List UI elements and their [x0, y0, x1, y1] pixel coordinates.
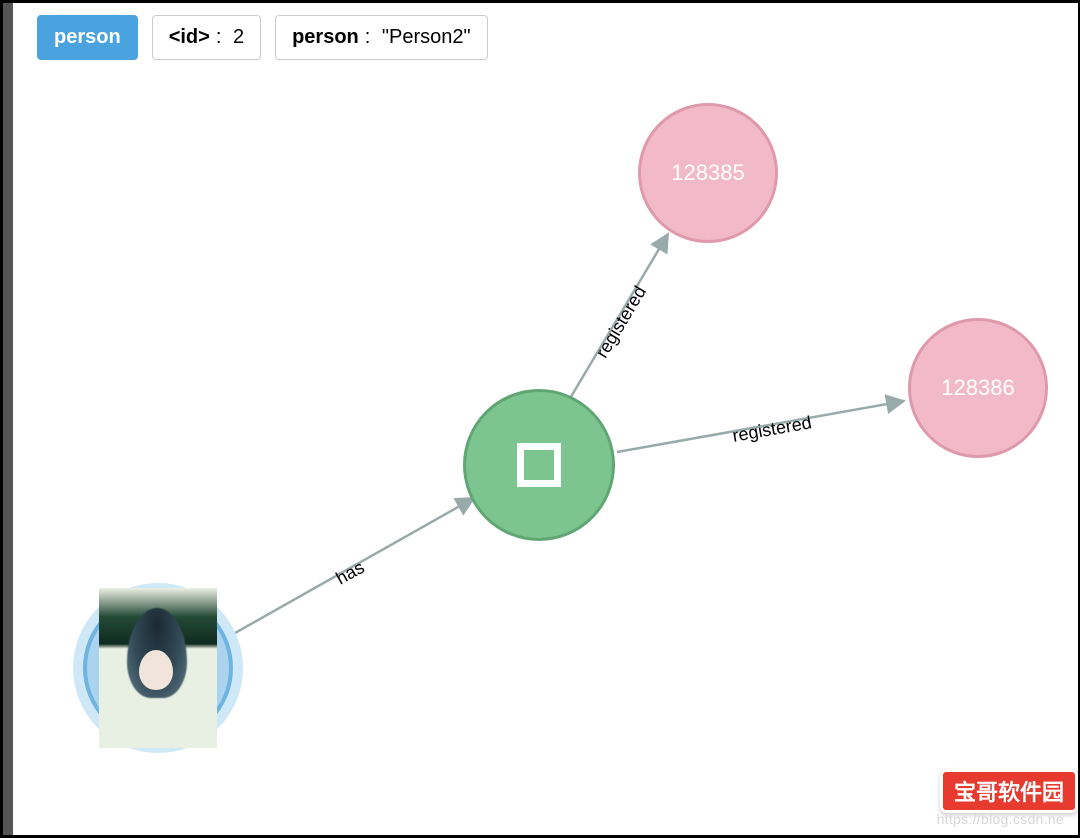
avatar-image — [99, 588, 217, 748]
avatar-face — [139, 650, 173, 690]
badge-text: 宝哥软件园 — [954, 780, 1064, 805]
stop-square-icon — [517, 443, 561, 487]
graph-node-center[interactable] — [463, 389, 615, 541]
graph-node-128386[interactable]: 128386 — [908, 318, 1048, 458]
graph-view: person <id>: 2 person: "Person2" has reg… — [0, 0, 1080, 838]
graph-node-128385[interactable]: 128385 — [638, 103, 778, 243]
watermark-text: https://blog.csdn.ne — [937, 811, 1064, 827]
site-badge: 宝哥软件园 — [940, 769, 1078, 813]
edge-label-reg1: registered — [592, 282, 650, 361]
node-label: 128386 — [941, 375, 1014, 401]
node-label: 128385 — [671, 160, 744, 186]
graph-node-avatar[interactable] — [73, 583, 243, 753]
edge-label-reg2: registered — [731, 412, 813, 446]
watermark: https://blog.csdn.ne — [937, 811, 1064, 827]
